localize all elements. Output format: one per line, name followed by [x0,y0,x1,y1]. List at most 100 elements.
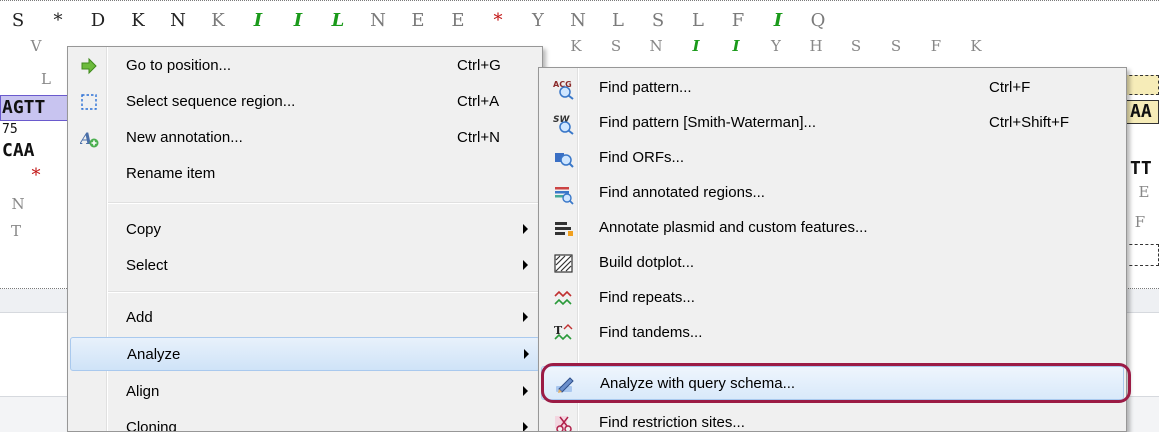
dashed-select-icon [80,93,98,111]
aa-letter: I [773,10,783,31]
menu-item-go-to-position[interactable]: Go to position... Ctrl+G [70,49,540,83]
submenu-item-find-orfs[interactable]: Find ORFs... [541,141,1124,175]
aa-letter: H [809,37,823,55]
aa-letter: I [293,10,303,31]
aa-letter: F [930,37,942,55]
aa-letter: N [370,10,386,31]
aa-letter: E [451,10,465,31]
aa-letter: S [890,37,902,55]
aa-letter: * [53,10,63,31]
submenu-item-annotate-plasmid[interactable]: Annotate plasmid and custom features... [541,211,1124,245]
submenu-item-label: Find pattern [Smith-Waterman]... [599,114,817,131]
annotated-regions-icon [553,183,574,205]
stop-row-left: * [0,165,60,191]
amino-acid-row-3: L [0,70,60,96]
menu-item-label: Select sequence region... [126,93,296,110]
submenu-item-label: Find ORFs... [599,149,685,166]
aa-letter: E [1138,183,1150,201]
aa-letter: K [211,10,225,31]
menu-item-label: Align [126,383,160,400]
aa-letter: K [131,10,145,31]
menu-item-label: Cloning [126,419,177,432]
n-row-left: N [0,195,60,221]
menu-item-label: New annotation... [126,129,243,146]
aa-letter: D [90,10,106,31]
amino-acid-row-1: S * D K N K I I L N E E * Y N L S L F I … [0,10,1159,36]
aa-letter: L [692,10,704,31]
menu-item-shortcut: Ctrl+G [457,57,501,74]
menu-item-label: Copy [126,221,162,238]
aa-letter: V [30,37,42,55]
submenu-item-analyze-with-query-schema[interactable]: Analyze with query schema... [541,366,1124,400]
submenu-item-find-pattern-smith-waterman[interactable]: SW Find pattern [Smith-Waterman]... Ctrl… [541,106,1124,140]
menu-separator [108,202,538,204]
submenu-item-find-repeats[interactable]: Find repeats... [541,281,1124,315]
aa-letter: F [1134,213,1146,231]
aa-letter: T [10,222,21,240]
menu-item-shortcut: Ctrl+N [457,129,500,146]
aa-letter: * [31,165,41,186]
t-row-left: T [0,222,60,248]
menu-item-label: Go to position... [126,57,232,74]
menu-item-select-sequence-region[interactable]: Select sequence region... Ctrl+A [70,85,540,119]
aa-letter: Y [771,37,781,55]
menu-item-label: Rename item [126,165,216,182]
dna-bottom-strand-right: TT [1130,158,1152,179]
menu-item-label: Add [126,309,153,326]
menu-item-label: Select [126,257,168,274]
submenu-item-label: Find tandems... [599,324,703,341]
restriction-sites-icon [553,413,573,431]
submenu-item-label: Find pattern... [599,79,692,96]
aa-letter: I [732,37,740,55]
submenu-arrow-icon [523,260,528,270]
aa-letter: S [850,37,862,55]
aa-letter: Q [810,10,826,31]
menu-item-label: Analyze [127,346,181,363]
submenu-item-find-tandems[interactable]: T Find tandems... [541,316,1124,350]
aa-letter: S [651,10,665,31]
annotation-box-top-right [1124,75,1159,95]
find-pattern-icon: ACG [553,78,574,100]
menu-item-add[interactable]: Add [70,301,540,335]
dna-top-strand-left: AGTT [2,97,46,118]
submenu-item-find-restriction-sites[interactable]: Find restriction sites... [541,406,1124,431]
context-menu: Go to position... Ctrl+G Select sequence… [67,46,543,432]
submenu-item-find-annotated-regions[interactable]: Find annotated regions... [541,176,1124,210]
aa-letter: F [731,10,745,31]
submenu-item-label: Build dotplot... [599,254,695,271]
dotplot-icon [553,253,573,273]
menu-item-cloning[interactable]: Cloning [70,411,540,432]
aa-letter: Y [532,10,544,31]
submenu-item-label: Find repeats... [599,289,695,306]
submenu-item-shortcut: Ctrl+Shift+F [989,114,1070,131]
aa-letter: I [253,10,263,31]
new-annotation-icon: A [78,129,99,148]
aa-letter: I [692,37,700,55]
menu-item-shortcut: Ctrl+A [457,93,500,110]
submenu-item-label: Annotate plasmid and custom features... [599,219,868,236]
repeats-icon [553,288,573,308]
submenu-arrow-icon [523,312,528,322]
menu-item-align[interactable]: Align [70,375,540,409]
aa-letter: K [570,37,582,55]
query-schema-icon [554,374,574,394]
menu-item-new-annotation[interactable]: A New annotation... Ctrl+N [70,121,540,155]
aa-letter: * [493,10,503,31]
dna-top-strand-right: AA [1130,101,1152,122]
menu-item-copy[interactable]: Copy [70,213,540,247]
find-orfs-icon [553,148,574,168]
menu-item-analyze[interactable]: Analyze [70,337,540,371]
dna-bottom-strand-left: CAA [2,140,35,161]
submenu-item-shortcut: Ctrl+F [989,79,1031,96]
menu-item-rename-item[interactable]: Rename item [70,157,540,191]
aa-letter: K [970,37,982,55]
position-label: 75 [2,122,18,137]
smith-waterman-icon: SW [553,113,574,135]
menu-item-select[interactable]: Select [70,249,540,283]
green-arrow-icon [80,57,98,75]
submenu-item-build-dotplot[interactable]: Build dotplot... [541,246,1124,280]
submenu-item-label: Analyze with query schema... [600,375,796,392]
submenu-arrow-icon [523,422,528,431]
submenu-item-find-pattern[interactable]: ACG Find pattern... Ctrl+F [541,71,1124,105]
analyze-submenu: ACG Find pattern... Ctrl+F SW Find patte… [538,67,1127,432]
